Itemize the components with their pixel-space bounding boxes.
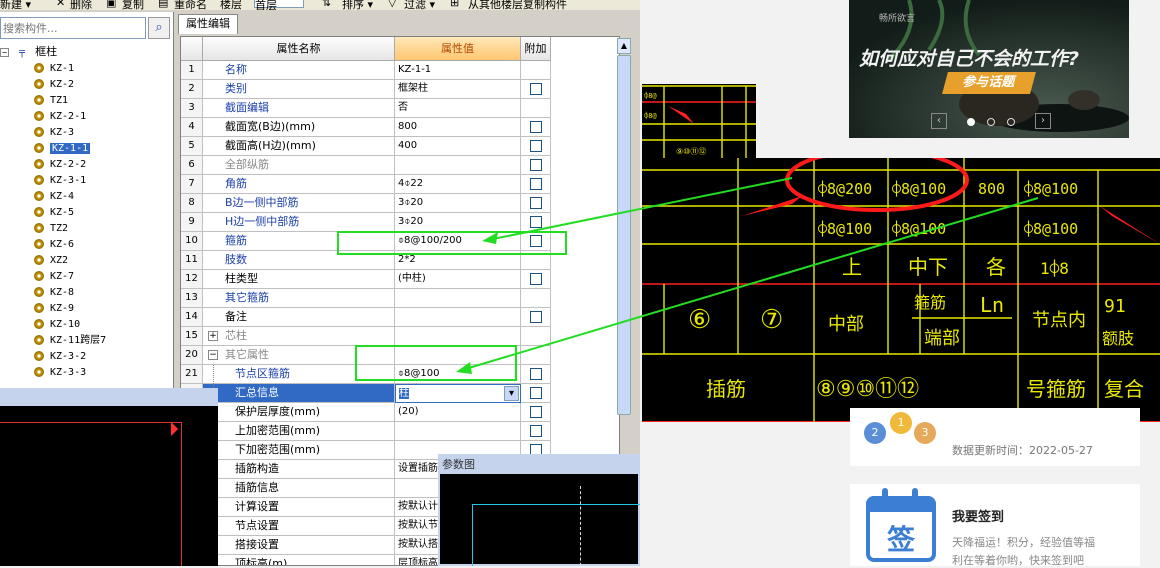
green-arrow-icon (456, 362, 472, 374)
green-arrow-icon (482, 232, 498, 244)
highlight-box (337, 231, 567, 255)
highlight-box (355, 345, 517, 381)
annotation-overlay (337, 177, 1039, 381)
